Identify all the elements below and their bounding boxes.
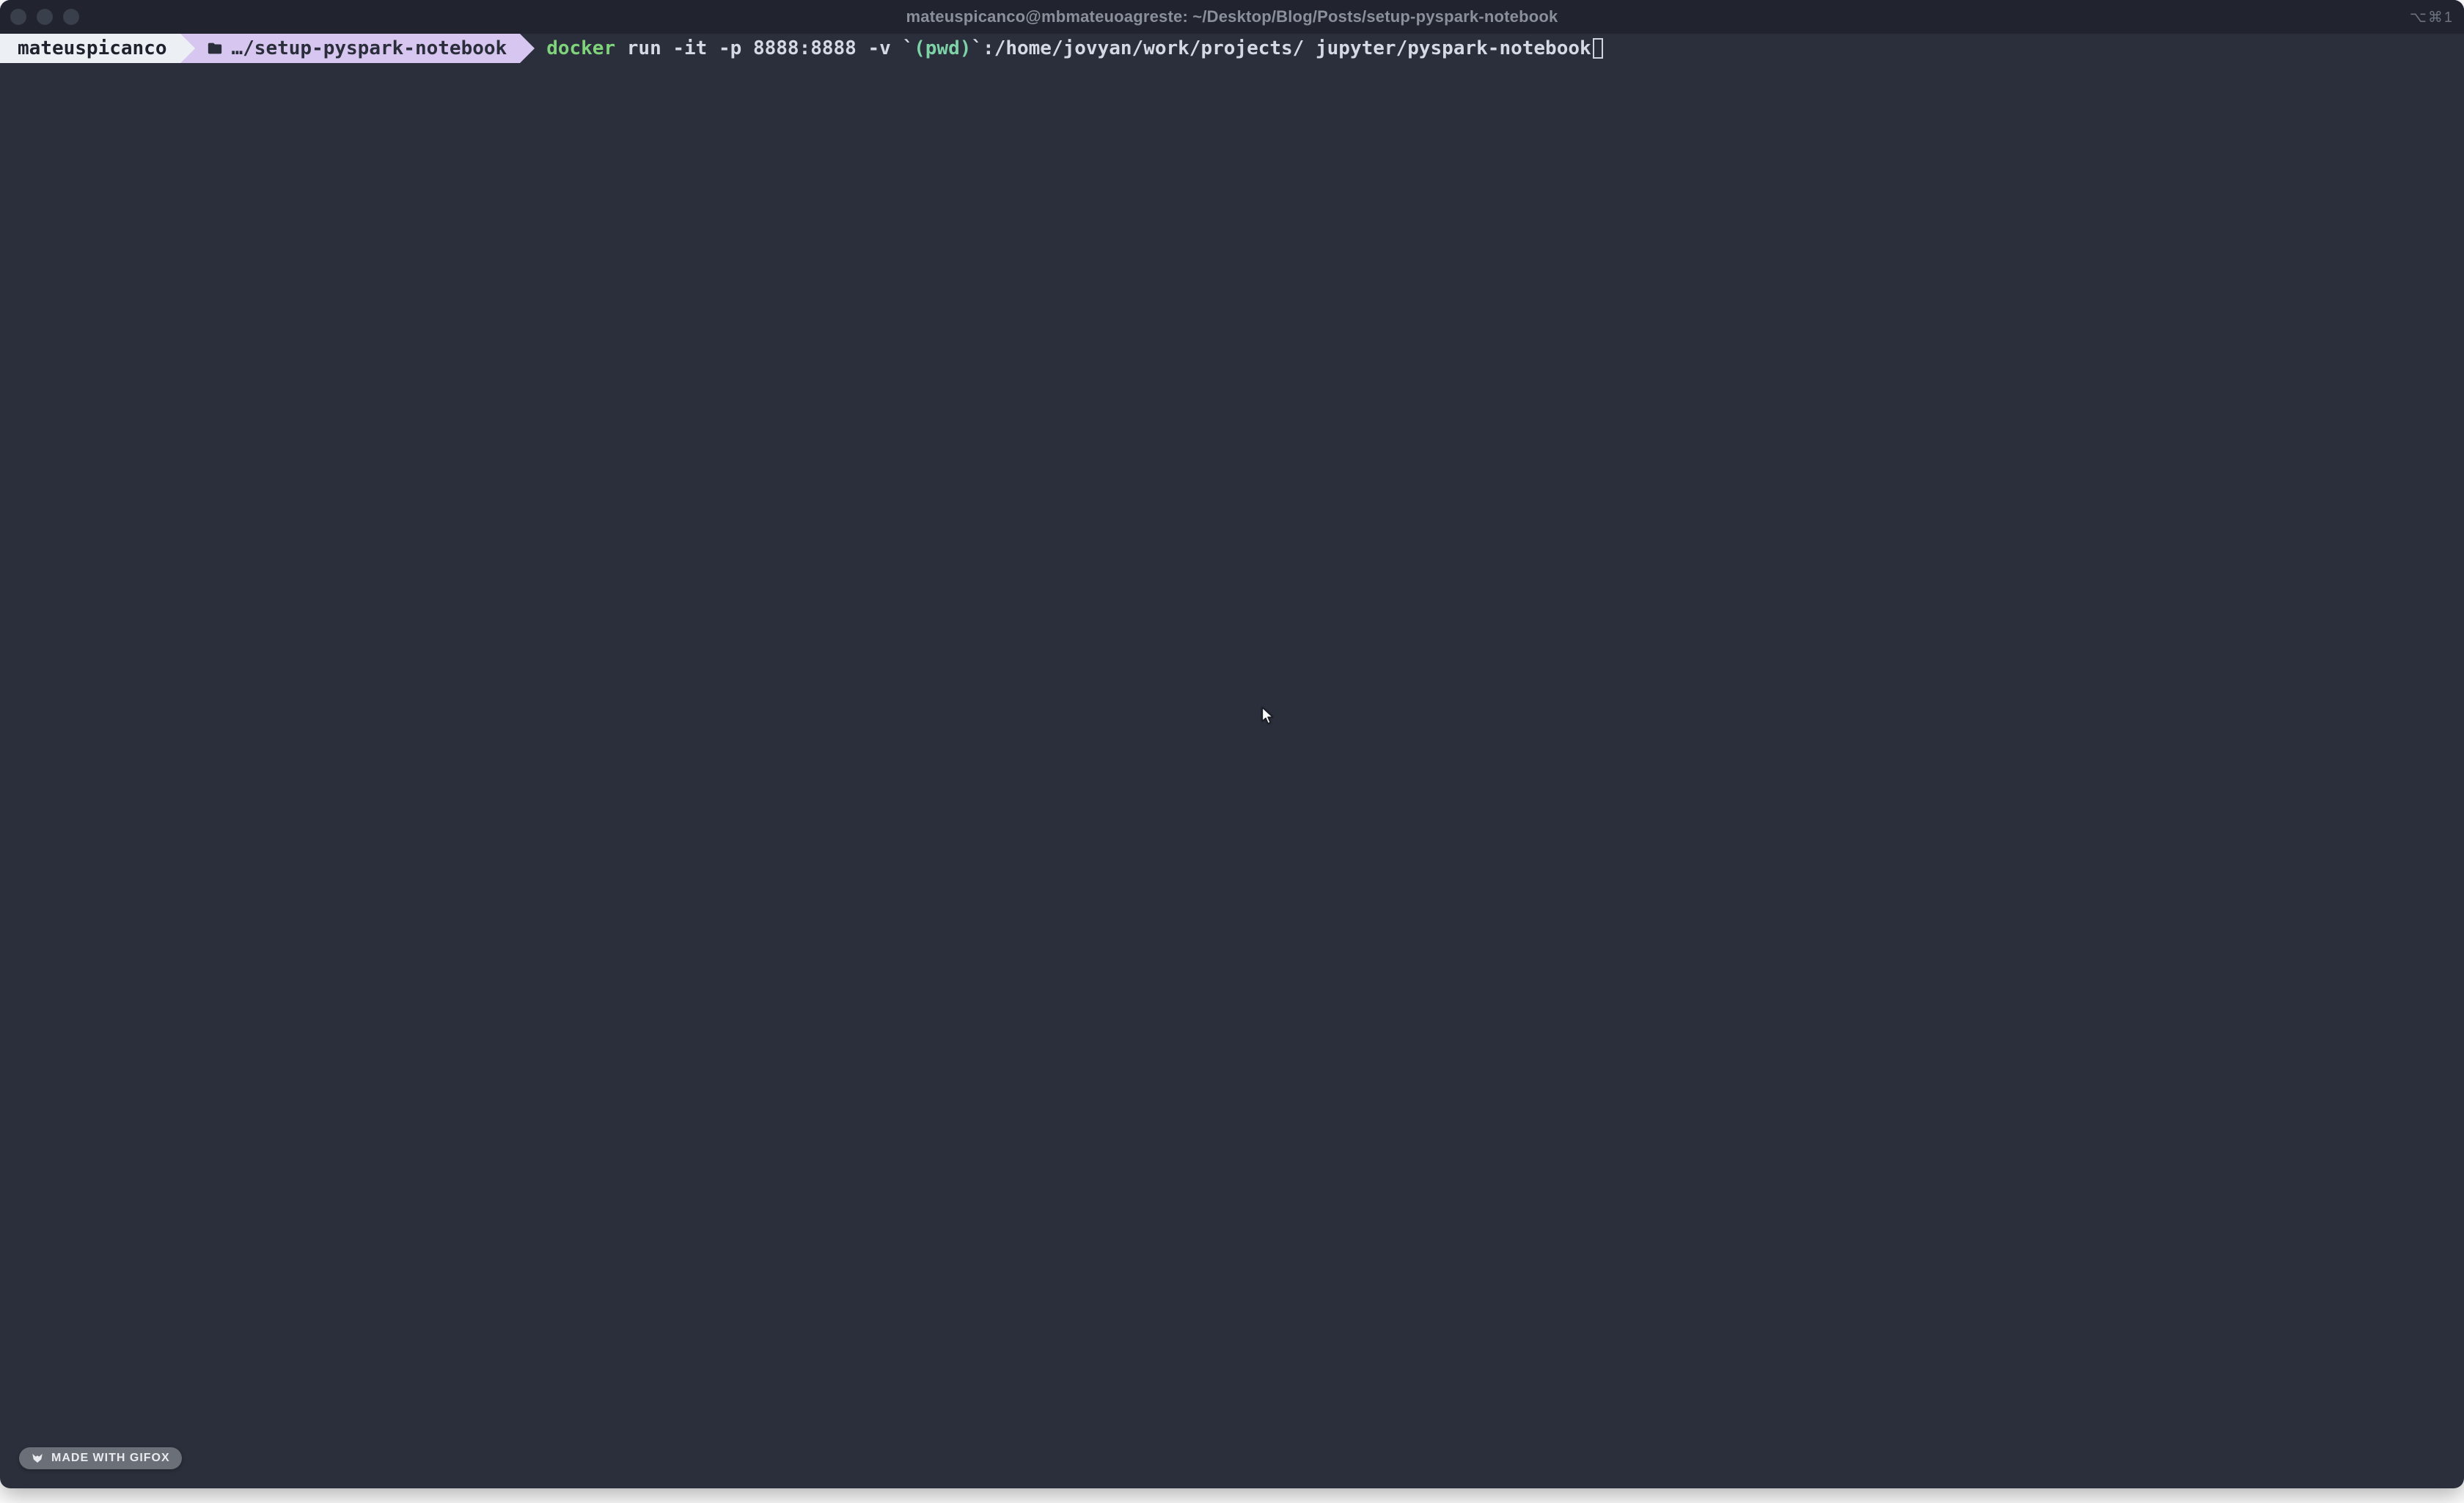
prompt-user-segment: mateuspicanco [0, 34, 180, 63]
prompt-line[interactable]: mateuspicanco …/setup-pyspark-notebook d… [0, 34, 2464, 63]
watermark-text: MADE WITH GIFOX [51, 1452, 170, 1465]
prompt-path-segment: …/setup-pyspark-notebook [180, 34, 521, 63]
zoom-dot[interactable] [63, 9, 79, 25]
window-title: mateuspicanco@mbmateuoagreste: ~/Desktop… [906, 7, 1558, 26]
folder-icon [207, 40, 223, 56]
cmd-args-pre: run -it -p 8888:8888 -v ` [615, 34, 914, 63]
text-cursor [1593, 38, 1603, 59]
minimize-dot[interactable] [37, 9, 53, 25]
shortcut-hint: ⌥⌘1 [2410, 8, 2454, 26]
fox-icon [31, 1452, 44, 1465]
cmd-args-post: `:/home/jovyan/work/projects/ jupyter/py… [971, 34, 1591, 63]
cmd-bin: docker [546, 34, 615, 63]
watermark-badge[interactable]: MADE WITH GIFOX [19, 1447, 182, 1469]
command-text[interactable]: docker run -it -p 8888:8888 -v ` (pwd) `… [520, 34, 1602, 63]
prompt-path: …/setup-pyspark-notebook [232, 34, 507, 63]
window-controls[interactable] [10, 9, 79, 25]
titlebar[interactable]: mateuspicanco@mbmateuoagreste: ~/Desktop… [0, 0, 2464, 34]
terminal-window[interactable]: mateuspicanco@mbmateuoagreste: ~/Desktop… [0, 0, 2464, 1488]
prompt-user: mateuspicanco [18, 34, 167, 63]
close-dot[interactable] [10, 9, 26, 25]
terminal-body[interactable] [0, 63, 2464, 1488]
cmd-subshell: (pwd) [914, 34, 971, 63]
